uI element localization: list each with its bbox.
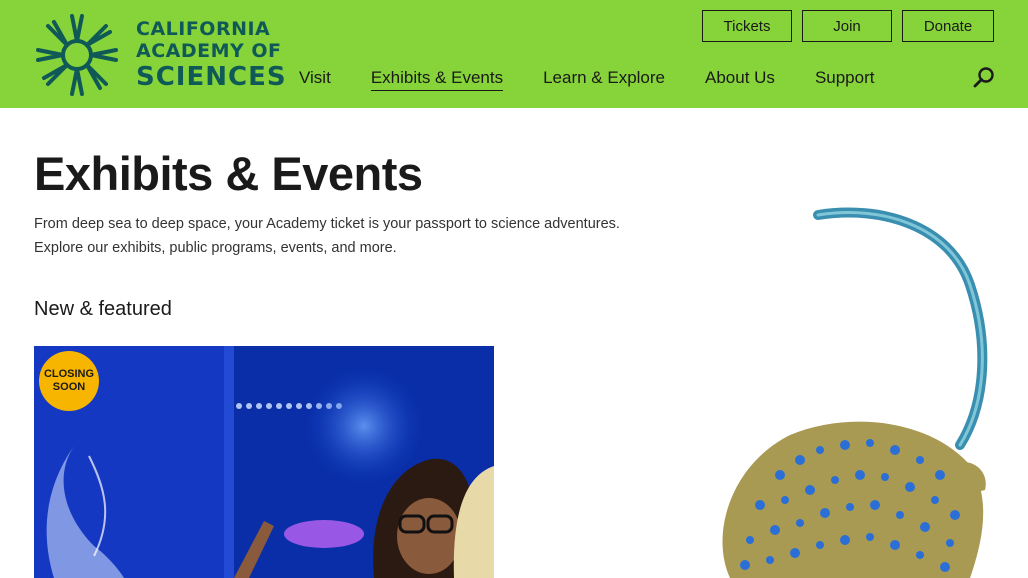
nav-item-learn-explore[interactable]: Learn & Explore xyxy=(543,68,665,91)
starburst-logo-icon xyxy=(36,14,118,96)
section-heading-new-featured: New & featured xyxy=(34,298,172,320)
logo-line-3: SCIENCES xyxy=(136,62,287,92)
academy-logo[interactable]: CALIFORNIA ACADEMY OF SCIENCES xyxy=(32,10,286,100)
main-nav: Visit Exhibits & Events Learn & Explore … xyxy=(299,68,914,91)
search-icon[interactable] xyxy=(972,66,996,90)
stingray-image xyxy=(722,207,988,578)
featured-exhibit-card[interactable]: CLOSING SOON xyxy=(34,346,494,578)
donate-button[interactable]: Donate xyxy=(902,10,994,42)
logo-wordmark: CALIFORNIA ACADEMY OF SCIENCES xyxy=(136,18,287,92)
logo-line-2: ACADEMY OF xyxy=(136,40,282,62)
nav-item-support[interactable]: Support xyxy=(815,68,875,91)
utility-buttons: Tickets Join Donate xyxy=(702,10,994,42)
nav-item-about-us[interactable]: About Us xyxy=(705,68,775,91)
intro-line-1: From deep sea to deep space, your Academ… xyxy=(34,216,620,232)
badge-line-1: CLOSING xyxy=(43,368,95,380)
logo-line-1: CALIFORNIA xyxy=(136,18,271,40)
intro-line-2: Explore our exhibits, public programs, e… xyxy=(34,240,397,256)
intro-text: From deep sea to deep space, your Academ… xyxy=(34,212,654,260)
page-title: Exhibits & Events xyxy=(34,147,423,200)
tickets-button[interactable]: Tickets xyxy=(702,10,792,42)
nav-item-visit[interactable]: Visit xyxy=(299,68,331,91)
join-button[interactable]: Join xyxy=(802,10,892,42)
site-header: CALIFORNIA ACADEMY OF SCIENCES Tickets J… xyxy=(0,0,1028,108)
closing-soon-badge: CLOSING SOON xyxy=(39,351,99,411)
nav-item-exhibits-events[interactable]: Exhibits & Events xyxy=(370,68,504,91)
badge-line-2: SOON xyxy=(52,381,86,393)
featured-exhibit-image xyxy=(34,346,494,578)
